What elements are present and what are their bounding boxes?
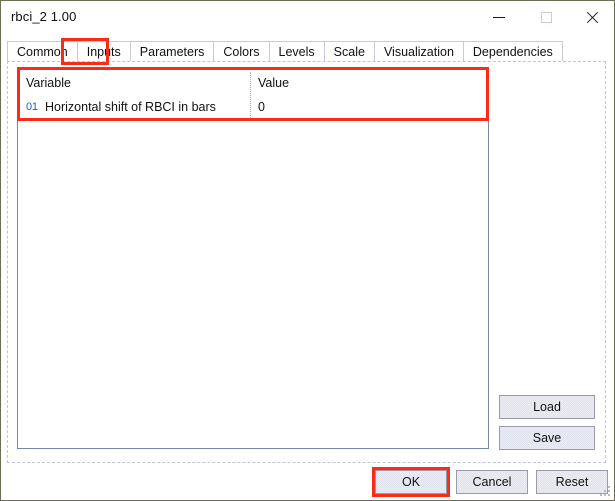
column-header-value: Value [258,76,290,90]
inputs-list[interactable]: Variable Value 01 Horizontal shift of RB… [17,69,489,449]
tab-label: Dependencies [472,44,553,59]
column-header-variable: Variable [26,76,71,90]
save-button[interactable]: Save [499,426,595,450]
tab-scale[interactable]: Scale [323,41,374,62]
title-bar: rbci_2 1.00 [1,1,614,34]
table-row[interactable]: 01 Horizontal shift of RBCI in bars 0 [18,98,488,120]
tab-label: Colors [223,44,260,59]
tab-colors[interactable]: Colors [213,41,269,62]
maximize-button[interactable] [523,1,569,33]
close-icon [586,11,599,24]
window-title: rbci_2 1.00 [11,9,77,24]
tab-inputs[interactable]: Inputs [76,41,130,62]
tab-label: Visualization [383,44,454,59]
tab-visualization[interactable]: Visualization [373,41,463,62]
tab-parameters[interactable]: Parameters [129,41,214,62]
tab-label: Scale [333,44,365,59]
reset-button[interactable]: Reset [536,470,608,494]
cell-value[interactable]: 0 [258,100,265,114]
cancel-button[interactable]: Cancel [456,470,528,494]
maximize-icon [540,11,552,23]
tab-label: Common [17,44,68,59]
cell-variable: Horizontal shift of RBCI in bars [45,100,216,114]
tab-strip: Common Inputs Parameters Colors Levels S… [7,41,563,62]
tab-label: Levels [278,44,315,59]
properties-dialog: rbci_2 1.00 Common Inputs Parameters Col… [0,0,615,501]
tab-label: Inputs [86,44,121,59]
tab-levels[interactable]: Levels [268,41,324,62]
variable-index-icon: 01 [26,101,38,113]
tab-dependencies[interactable]: Dependencies [462,41,563,62]
inputs-list-header: Variable Value [18,70,488,98]
tab-label: Parameters [139,44,205,59]
minimize-button[interactable] [476,1,522,33]
load-button[interactable]: Load [499,395,595,419]
close-button[interactable] [569,1,614,33]
resize-grip[interactable] [600,486,612,498]
tab-common[interactable]: Common [7,41,77,62]
minimize-icon [493,16,505,18]
ok-button[interactable]: OK [375,470,447,494]
